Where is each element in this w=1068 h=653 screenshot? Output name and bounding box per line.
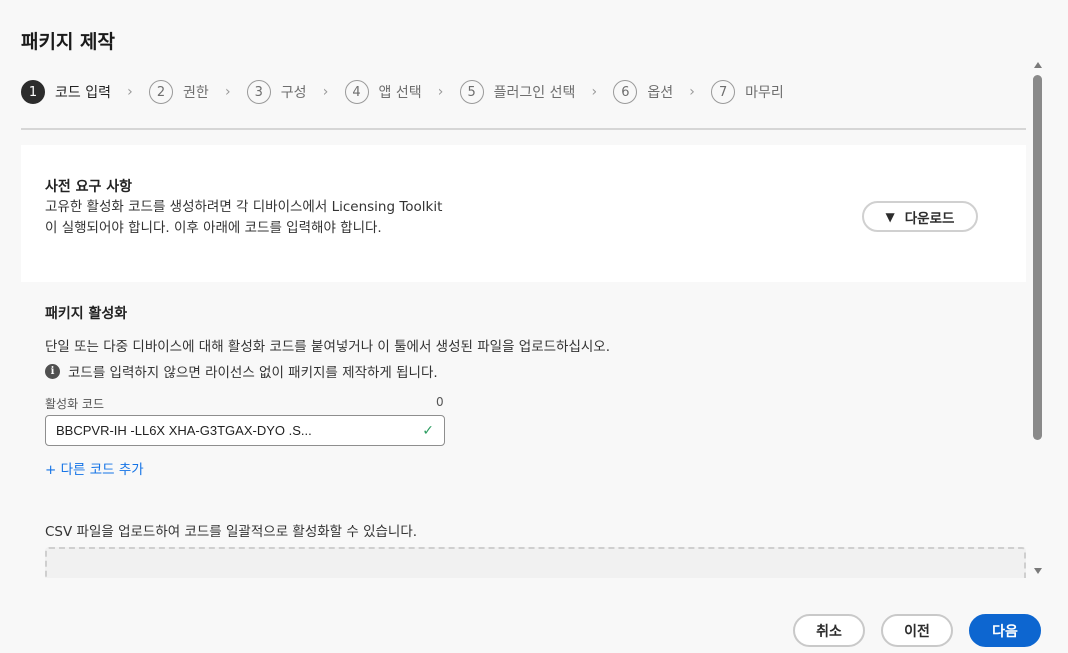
step-code-entry[interactable]: 1 코드 입력 (21, 80, 111, 104)
checkmark-icon: ✓ (422, 422, 434, 439)
stepper: 1 코드 입력 › 2 권한 › 3 구성 › 4 앱 선택 › 5 플러그인 … (21, 80, 784, 104)
next-button[interactable]: 다음 (969, 614, 1041, 647)
step-options[interactable]: 6 옵션 (613, 80, 673, 104)
step-finish[interactable]: 7 마무리 (711, 80, 784, 104)
download-button[interactable]: ▼ 다운로드 (862, 201, 978, 232)
csv-description: CSV 파일을 업로드하여 코드를 일괄적으로 활성화할 수 있습니다. (45, 524, 418, 540)
step-label: 코드 입력 (55, 85, 111, 101)
step-number: 2 (148, 80, 173, 104)
step-number: 1 (21, 80, 45, 104)
info-message: i 코드를 입력하지 않으면 라이선스 없이 패키지를 제작하게 됩니다. (45, 361, 438, 381)
activation-title: 패키지 활성화 (45, 306, 128, 322)
vertical-scrollbar[interactable] (1031, 62, 1045, 578)
step-permissions[interactable]: 2 권한 (148, 80, 209, 104)
dialog-title: 패키지 제작 (21, 31, 116, 53)
chevron-right-icon: › (591, 84, 598, 100)
step-label: 플러그인 선택 (493, 85, 576, 101)
chevron-down-icon: ▼ (885, 209, 895, 224)
chevron-right-icon: › (689, 84, 695, 100)
step-label: 마무리 (745, 85, 784, 101)
chevron-right-icon: › (127, 84, 133, 100)
prerequisites-title: 사전 요구 사항 (45, 179, 133, 195)
step-number: 3 (246, 80, 271, 104)
chevron-right-icon: › (224, 84, 231, 100)
step-number: 4 (344, 80, 369, 104)
scroll-down-arrow-icon[interactable] (1034, 568, 1042, 574)
prerequisites-description: 고유한 활성화 코드를 생성하려면 각 디바이스에서 Licensing Too… (45, 199, 443, 236)
add-code-link[interactable]: + 다른 코드 추가 (45, 458, 144, 478)
step-app-selection[interactable]: 4 앱 선택 (344, 80, 422, 104)
step-label: 앱 선택 (378, 85, 422, 101)
cancel-button[interactable]: 취소 (793, 614, 865, 647)
chevron-right-icon: › (437, 84, 444, 100)
csv-dropzone[interactable] (45, 547, 1026, 578)
activation-code-count: 0 (436, 395, 444, 409)
scroll-thumb[interactable] (1033, 75, 1042, 440)
info-text: 코드를 입력하지 않으면 라이선스 없이 패키지를 제작하게 됩니다. (68, 365, 438, 381)
content-scroll-area[interactable]: 사전 요구 사항 고유한 활성화 코드를 생성하려면 각 디바이스에서 Lice… (21, 145, 1026, 578)
activation-description: 단일 또는 다중 디바이스에 대해 활성화 코드를 붙여넣거나 이 툴에서 생성… (45, 339, 611, 355)
step-number: 5 (459, 80, 484, 104)
activation-code-value: BBCPVR-IH -LL6X XHA-G3TGAX-DYO .S... (56, 423, 312, 438)
download-button-label: 다운로드 (904, 210, 955, 227)
step-plugin-selection[interactable]: 5 플러그인 선택 (459, 80, 576, 104)
step-number: 7 (711, 80, 736, 104)
step-number: 6 (613, 80, 638, 104)
scroll-up-arrow-icon[interactable] (1034, 62, 1042, 68)
chevron-right-icon: › (322, 84, 329, 100)
header-divider (21, 128, 1026, 130)
activation-code-input[interactable]: BBCPVR-IH -LL6X XHA-G3TGAX-DYO .S... ✓ (45, 415, 445, 446)
previous-button[interactable]: 이전 (881, 614, 953, 647)
prerequisites-panel: 사전 요구 사항 고유한 활성화 코드를 생성하려면 각 디바이스에서 Lice… (21, 145, 1026, 282)
info-icon: i (45, 363, 60, 379)
step-label: 옵션 (647, 85, 674, 101)
activation-code-label: 활성화 코드 (45, 397, 105, 411)
step-label: 권한 (182, 85, 209, 101)
step-configuration[interactable]: 3 구성 (246, 80, 307, 104)
step-label: 구성 (280, 85, 307, 101)
